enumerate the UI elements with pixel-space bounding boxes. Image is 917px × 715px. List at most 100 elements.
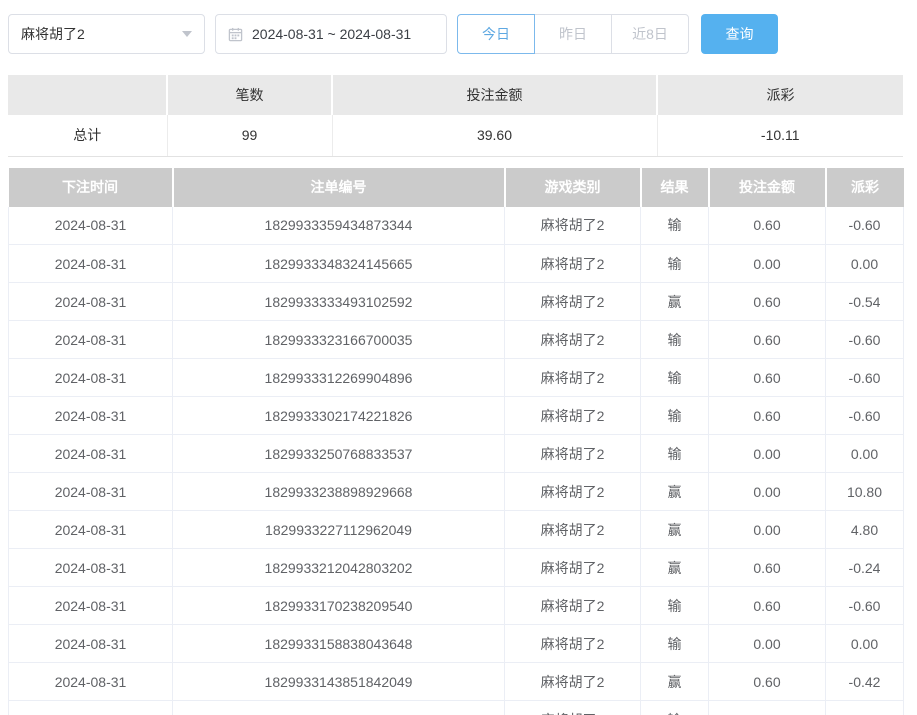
payout-cell: 0.00 [826,435,904,473]
result-cell: 输 [641,625,709,663]
game-select-value: 麻将胡了2 [21,24,85,44]
bet-amount-cell: 0.60 [709,663,826,701]
yesterday-button[interactable]: 昨日 [534,14,612,54]
game-type-cell: 麻将胡了2 [505,587,641,625]
query-button[interactable]: 查询 [701,14,778,54]
bet-amount-cell: 0.60 [709,283,826,321]
bet-time-cell: 2024-08-31 [9,359,173,397]
table-row: 2024-08-311829933250768833537麻将胡了2输0.000… [9,435,904,473]
table-row: 2024-08-311829933128142421828麻将胡了2输0.000… [9,701,904,715]
table-row: 2024-08-311829933158838043648麻将胡了2输0.000… [9,625,904,663]
summary-total-label: 总计 [8,115,167,156]
table-row: 2024-08-311829933227112962049麻将胡了2赢0.004… [9,511,904,549]
bet-time-cell: 2024-08-31 [9,549,173,587]
table-row: 2024-08-311829933348324145665麻将胡了2输0.000… [9,245,904,283]
bet-time-cell: 2024-08-31 [9,397,173,435]
order-id-cell: 1829933128142421828 [173,701,505,715]
last-8-days-button[interactable]: 近8日 [611,14,689,54]
bet-amount-cell: 0.00 [709,473,826,511]
col-header-game-type: 游戏类别 [505,168,641,207]
order-id-cell: 1829933333493102592 [173,283,505,321]
col-header-bet-time: 下注时间 [9,168,173,207]
table-row: 2024-08-311829933333493102592麻将胡了2赢0.60-… [9,283,904,321]
game-type-cell: 麻将胡了2 [505,625,641,663]
today-button[interactable]: 今日 [457,14,535,54]
summary-header-bet-amount: 投注金额 [332,75,657,115]
result-cell: 输 [641,245,709,283]
calendar-icon [228,27,243,42]
bet-table-body: 2024-08-311829933359434873344麻将胡了2输0.60-… [9,207,904,715]
game-select[interactable]: 麻将胡了2 [8,14,205,54]
payout-cell: 10.80 [826,473,904,511]
order-id-cell: 1829933312269904896 [173,359,505,397]
payout-cell: -0.60 [826,397,904,435]
order-id-cell: 1829933227112962049 [173,511,505,549]
game-type-cell: 麻将胡了2 [505,321,641,359]
table-row: 2024-08-311829933170238209540麻将胡了2输0.60-… [9,587,904,625]
table-row: 2024-08-311829933359434873344麻将胡了2输0.60-… [9,207,904,245]
game-type-cell: 麻将胡了2 [505,397,641,435]
result-cell: 赢 [641,549,709,587]
bet-records-page: 麻将胡了2 2024-08-31 ~ 2024-08-31 今日 昨日 近8日 … [0,0,917,715]
bet-amount-cell: 0.00 [709,435,826,473]
result-cell: 输 [641,321,709,359]
summary-total-count: 99 [167,115,332,156]
game-type-cell: 麻将胡了2 [505,283,641,321]
bet-amount-cell: 0.00 [709,625,826,663]
bet-time-cell: 2024-08-31 [9,587,173,625]
payout-cell: -0.60 [826,587,904,625]
col-header-result: 结果 [641,168,709,207]
col-header-order-id: 注单编号 [173,168,505,207]
order-id-cell: 1829933302174221826 [173,397,505,435]
table-row: 2024-08-311829933302174221826麻将胡了2输0.60-… [9,397,904,435]
result-cell: 输 [641,435,709,473]
quick-date-button-group: 今日 昨日 近8日 [457,14,689,54]
game-type-cell: 麻将胡了2 [505,701,641,715]
payout-cell: 0.00 [826,701,904,715]
table-row: 2024-08-311829933143851842049麻将胡了2赢0.60-… [9,663,904,701]
result-cell: 输 [641,701,709,715]
bet-amount-cell: 0.00 [709,511,826,549]
result-cell: 输 [641,397,709,435]
summary-header-row: 笔数 投注金额 派彩 [8,75,903,115]
order-id-cell: 1829933170238209540 [173,587,505,625]
order-id-cell: 1829933238898929668 [173,473,505,511]
payout-cell: -0.24 [826,549,904,587]
bet-table-header-row: 下注时间 注单编号 游戏类别 结果 投注金额 派彩 [9,168,904,207]
payout-cell: 4.80 [826,511,904,549]
summary-header-payout: 派彩 [657,75,903,115]
date-range-value: 2024-08-31 ~ 2024-08-31 [252,26,411,42]
game-type-cell: 麻将胡了2 [505,663,641,701]
summary-total-payout: -10.11 [657,115,903,156]
payout-cell: -0.42 [826,663,904,701]
bet-time-cell: 2024-08-31 [9,511,173,549]
payout-cell: -0.60 [826,321,904,359]
bet-time-cell: 2024-08-31 [9,283,173,321]
order-id-cell: 1829933323166700035 [173,321,505,359]
bet-amount-cell: 0.60 [709,359,826,397]
bet-time-cell: 2024-08-31 [9,473,173,511]
bet-time-cell: 2024-08-31 [9,663,173,701]
payout-cell: -0.60 [826,359,904,397]
bet-records-table: 下注时间 注单编号 游戏类别 结果 投注金额 派彩 2024-08-311829… [8,168,904,715]
bet-time-cell: 2024-08-31 [9,435,173,473]
bet-time-cell: 2024-08-31 [9,701,173,715]
order-id-cell: 1829933348324145665 [173,245,505,283]
bet-time-cell: 2024-08-31 [9,207,173,245]
result-cell: 输 [641,587,709,625]
game-type-cell: 麻将胡了2 [505,511,641,549]
chevron-down-icon [182,31,192,37]
summary-header-count: 笔数 [167,75,332,115]
order-id-cell: 1829933158838043648 [173,625,505,663]
result-cell: 赢 [641,473,709,511]
summary-total-bet-amount: 39.60 [332,115,657,156]
payout-cell: -0.54 [826,283,904,321]
game-type-cell: 麻将胡了2 [505,473,641,511]
date-range-picker[interactable]: 2024-08-31 ~ 2024-08-31 [215,14,447,54]
toolbar: 麻将胡了2 2024-08-31 ~ 2024-08-31 今日 昨日 近8日 … [8,14,903,54]
order-id-cell: 1829933250768833537 [173,435,505,473]
bet-amount-cell: 0.60 [709,549,826,587]
payout-cell: 0.00 [826,245,904,283]
bet-amount-cell: 0.60 [709,397,826,435]
bet-amount-cell: 0.60 [709,207,826,245]
